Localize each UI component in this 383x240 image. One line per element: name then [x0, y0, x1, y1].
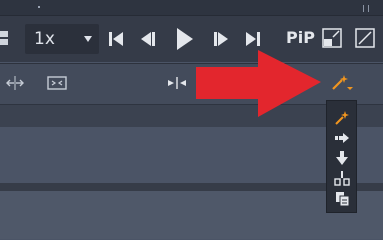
magic-wand-icon[interactable] — [334, 110, 350, 126]
play-button[interactable] — [176, 27, 194, 50]
snap-icon[interactable] — [166, 75, 188, 91]
magic-wand-icon[interactable] — [330, 73, 354, 93]
document-icon[interactable] — [334, 191, 350, 207]
magic-tool-menu — [326, 100, 357, 213]
fullscreen-button[interactable] — [355, 28, 375, 48]
skip-to-start-button[interactable] — [108, 29, 124, 49]
step-forward-button[interactable] — [213, 29, 229, 49]
window-icon[interactable] — [0, 29, 9, 47]
chevron-down-icon — [84, 36, 92, 42]
fit-frame-icon[interactable] — [47, 75, 67, 91]
scrollbar-thumb[interactable] — [363, 5, 369, 12]
fullscreen-icon — [355, 28, 375, 48]
top-strip — [0, 0, 383, 16]
step-back-button[interactable] — [140, 29, 156, 49]
minimize-icon — [322, 28, 342, 48]
skip-to-end-button[interactable] — [245, 29, 261, 49]
skip-to-start-icon — [109, 32, 123, 46]
step-back-icon — [141, 32, 155, 46]
insert-arrow-icon[interactable] — [334, 130, 350, 146]
play-icon — [177, 28, 193, 50]
step-forward-icon — [214, 32, 228, 46]
marker-dot — [38, 6, 40, 8]
minimize-button[interactable] — [322, 28, 342, 48]
down-arrow-icon[interactable] — [334, 150, 350, 166]
speed-value: 1x — [34, 29, 55, 49]
playback-speed-select[interactable]: 1x — [25, 24, 99, 54]
split-arrows-icon[interactable] — [5, 75, 25, 91]
skip-to-end-icon — [246, 32, 260, 46]
pip-button[interactable]: PiP — [286, 28, 315, 47]
ripple-icon[interactable] — [334, 170, 350, 186]
red-arrow-callout — [196, 50, 321, 117]
